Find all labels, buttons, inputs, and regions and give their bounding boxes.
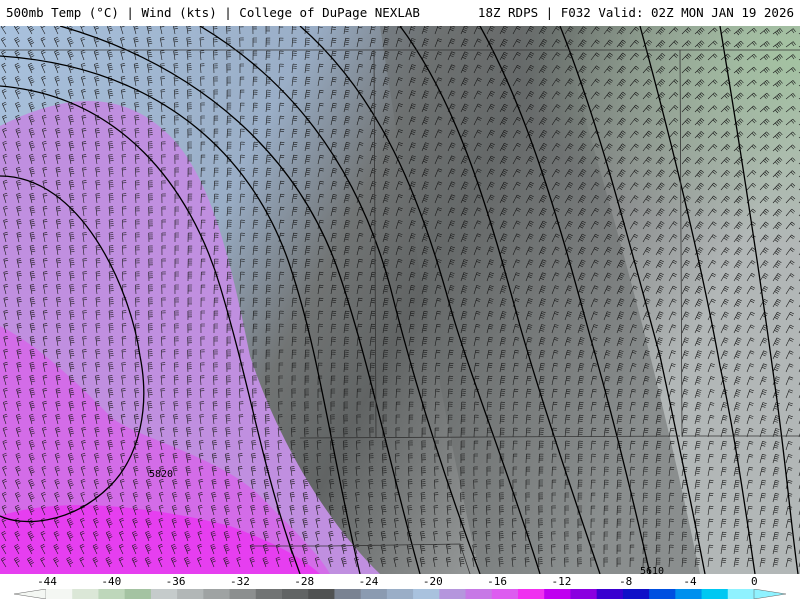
map-title: 500mb Temp (°C) | Wind (kts) | College o… — [6, 5, 420, 20]
colorbar-tick-label: -24 — [358, 575, 379, 588]
colorbar-tick-label: -36 — [165, 575, 186, 588]
colorbar-swatch — [544, 589, 571, 599]
colorbar-tick-label: -32 — [229, 575, 250, 588]
temperature-colorbar: -44 -40 -36 -32 -28 -24 -20 -16 -12 -8 -4 0 — [0, 574, 800, 600]
colorbar-max-arrow — [753, 589, 787, 599]
colorbar-tick-label: -16 — [487, 575, 508, 588]
colorbar-tick-label: -44 — [37, 575, 57, 588]
colorbar-swatch — [72, 589, 99, 599]
colorbar-swatches — [13, 589, 787, 599]
colorbar-tick-label: -8 — [619, 575, 633, 588]
colorbar-swatch — [150, 589, 178, 599]
colorbar-tick-label: -20 — [422, 575, 443, 588]
colorbar-swatch — [675, 589, 703, 599]
colorbar-swatch — [518, 589, 545, 599]
temperature-wind-map: 5820 5610 — [0, 26, 800, 574]
colorbar-swatch — [701, 589, 729, 599]
colorbar-swatch — [98, 589, 126, 599]
colorbar-swatch — [46, 589, 73, 599]
colorbar-swatch — [413, 589, 440, 599]
colorbar-swatch — [360, 589, 388, 599]
colorbar-swatch — [727, 589, 755, 599]
colorbar-tick-labels: -44 -40 -36 -32 -28 -24 -20 -16 -12 -8 -4 0 — [0, 575, 800, 589]
colorbar-swatch — [491, 589, 519, 599]
colorbar-tick-label: 0 — [750, 575, 758, 588]
colorbar-swatch — [255, 589, 283, 599]
colorbar-swatch — [465, 589, 493, 599]
colorbar-swatch — [334, 589, 362, 599]
colorbar-swatch — [439, 589, 467, 599]
colorbar-tick-label: -28 — [294, 575, 315, 588]
contour-label-5610: 5610 — [640, 566, 664, 574]
colorbar-swatch — [229, 589, 257, 599]
colorbar-swatch — [570, 589, 598, 599]
colorbar-swatch — [308, 589, 335, 599]
colorbar-swatch — [649, 589, 676, 599]
colorbar-swatch — [282, 589, 309, 599]
contour-label-5820: 5820 — [149, 469, 173, 480]
colorbar-swatch — [596, 589, 624, 599]
colorbar-swatch — [124, 589, 152, 599]
colorbar-tick-label: -4 — [683, 575, 697, 588]
colorbar-tick-label: -12 — [551, 575, 572, 588]
map-header: 500mb Temp (°C) | Wind (kts) | College o… — [0, 0, 800, 26]
weather-map-page: 500mb Temp (°C) | Wind (kts) | College o… — [0, 0, 800, 600]
colorbar-swatch — [386, 589, 414, 599]
map-panel: 5820 5610 — [0, 26, 800, 574]
model-run-info: 18Z RDPS | F032 Valid: 02Z MON JAN 19 20… — [477, 5, 794, 20]
colorbar-min-arrow — [13, 589, 47, 599]
colorbar-swatch — [203, 589, 231, 599]
colorbar-swatch — [622, 589, 650, 599]
colorbar-tick-label: -40 — [101, 575, 122, 588]
colorbar-swatch — [177, 589, 204, 599]
